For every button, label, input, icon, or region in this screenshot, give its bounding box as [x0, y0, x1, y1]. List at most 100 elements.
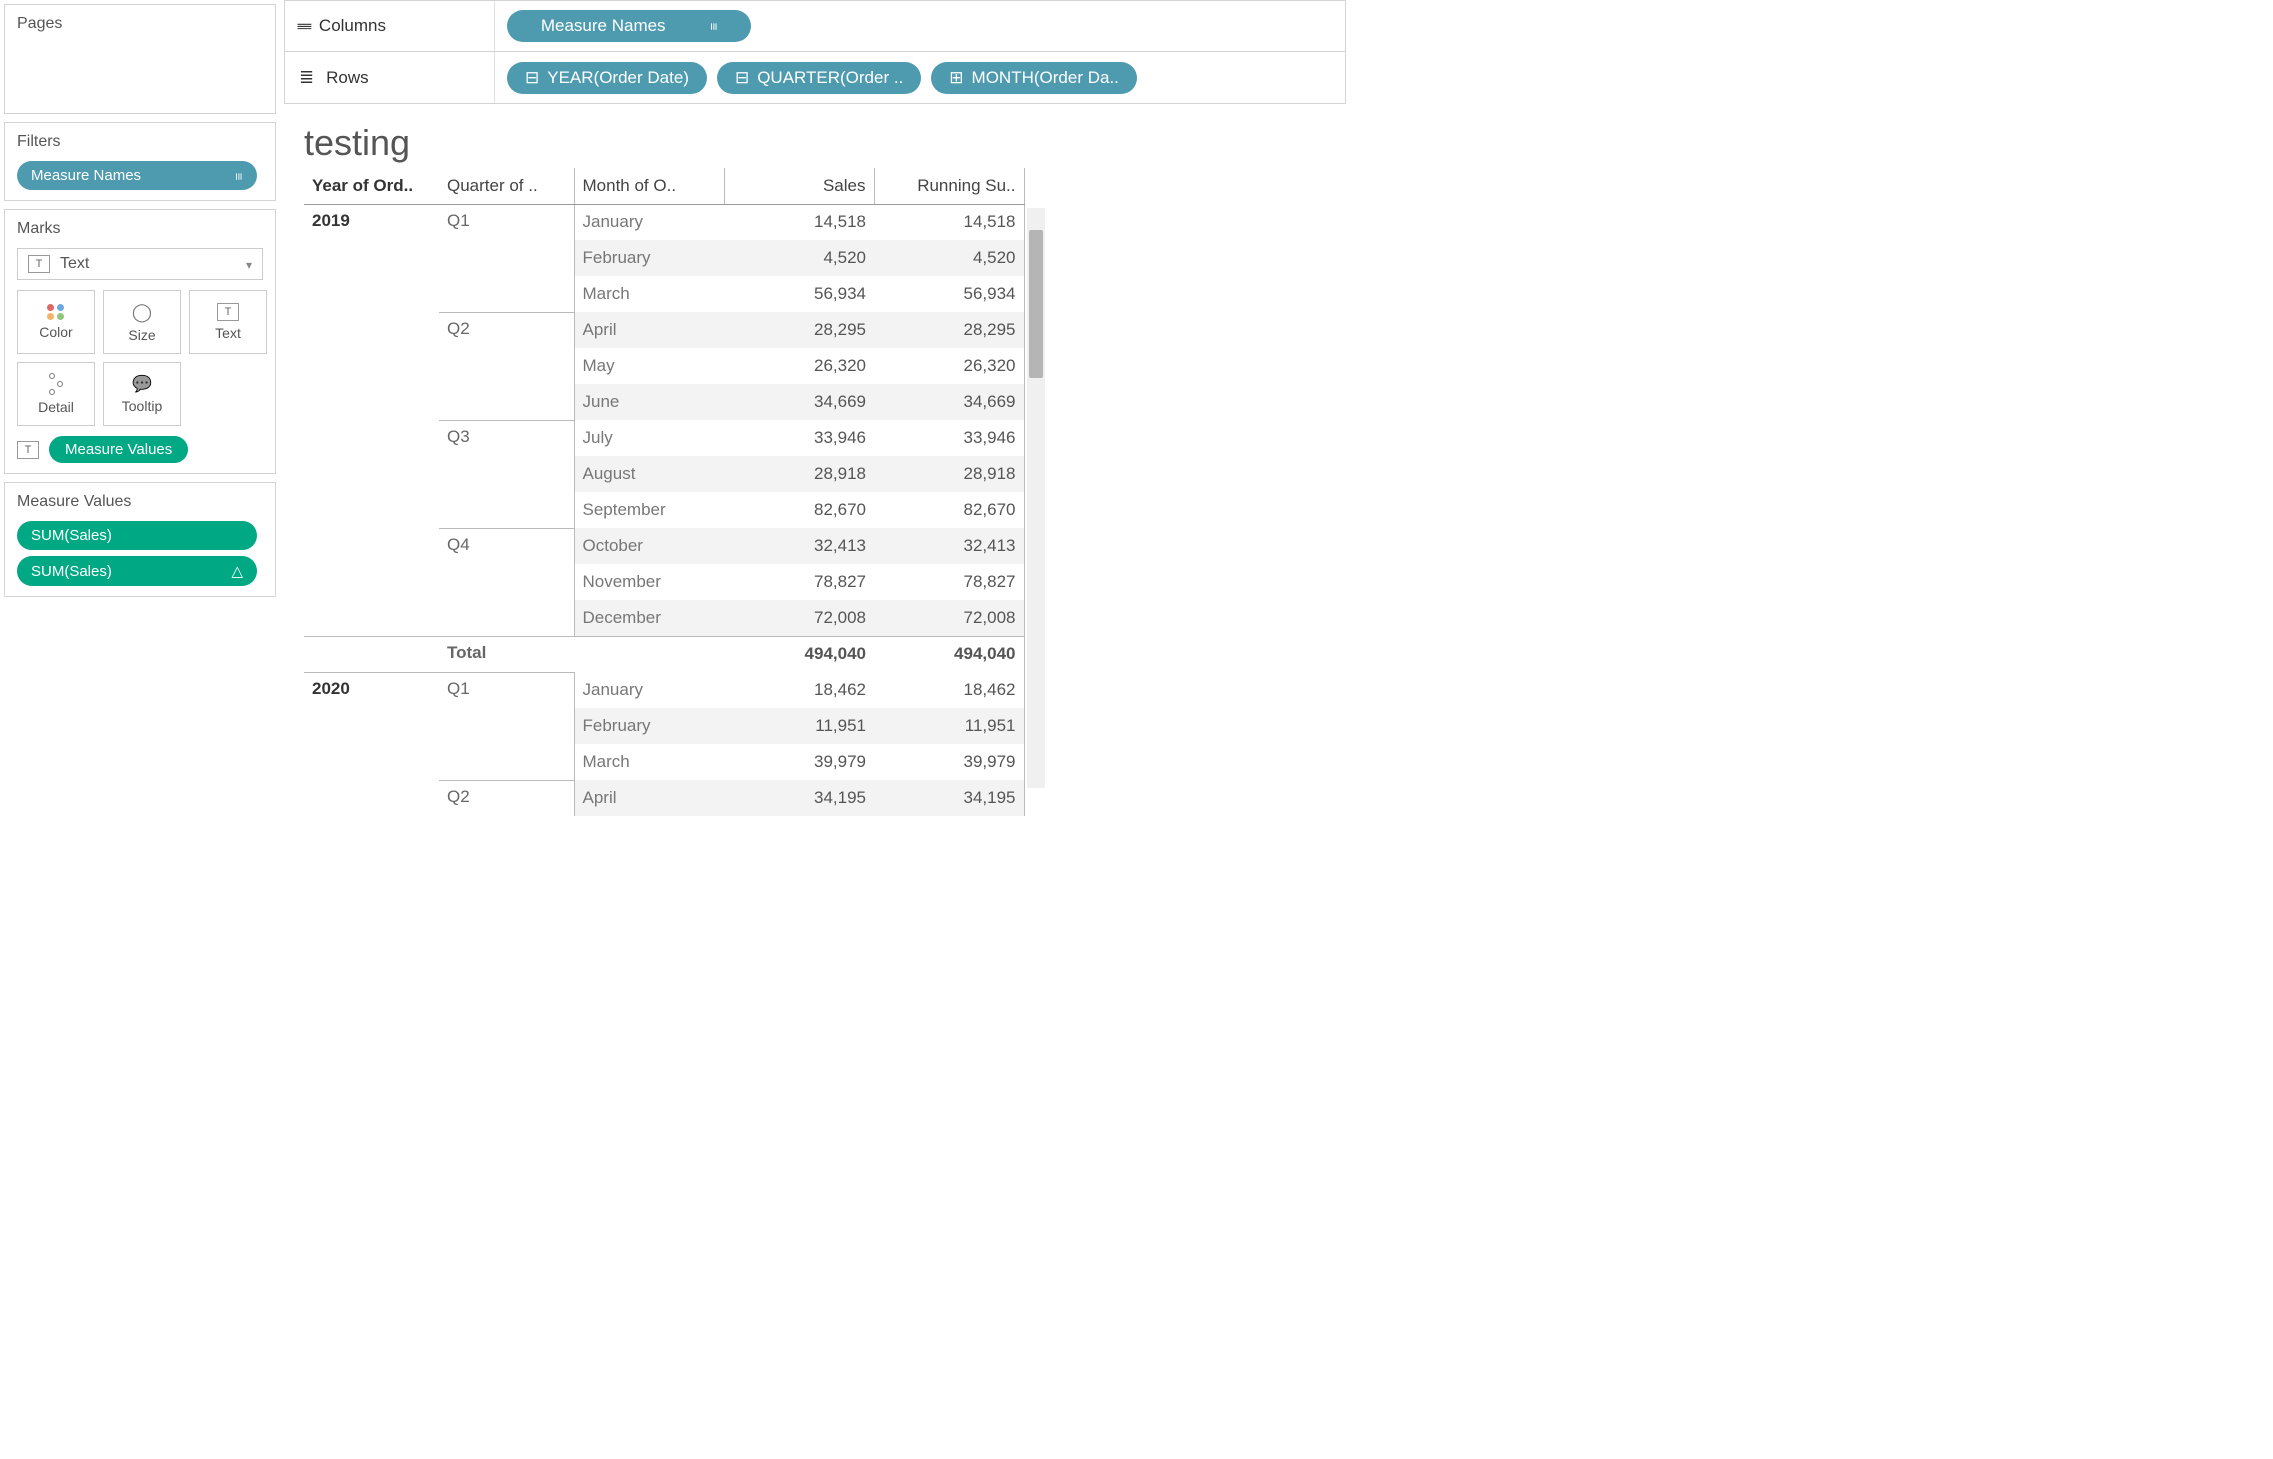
table-row[interactable]: Q3July33,94633,946	[304, 420, 1024, 456]
plus-icon	[949, 68, 963, 88]
table-row[interactable]: March56,93456,934	[304, 276, 1024, 312]
cell-running: 11,951	[874, 708, 1024, 744]
cell-month: April	[574, 780, 724, 816]
cell-sales: 4,520	[724, 240, 874, 276]
rows-shelf[interactable]: Rows YEAR(Order Date) QUARTER(Order .. MON…	[284, 52, 1346, 104]
cell-running: 18,462	[874, 672, 1024, 708]
cell-quarter: Q4	[439, 528, 574, 564]
vertical-scrollbar[interactable]	[1027, 208, 1045, 788]
cell-quarter: Q1	[439, 204, 574, 240]
table-row[interactable]: November78,82778,827	[304, 564, 1024, 600]
cell-month: March	[574, 276, 724, 312]
header-month[interactable]: Month of O..	[574, 168, 724, 204]
cell-year	[304, 240, 439, 276]
table-row[interactable]: Q4October32,41332,413	[304, 528, 1024, 564]
cell-year	[304, 276, 439, 312]
pages-label: Pages	[17, 15, 263, 33]
cell-month: January	[574, 204, 724, 240]
cell-running: 34,195	[874, 780, 1024, 816]
header-running[interactable]: Running Su..	[874, 168, 1024, 204]
filter-pill-measure-names[interactable]: Measure Names	[17, 161, 257, 190]
table-row[interactable]: Q2April34,19534,195	[304, 780, 1024, 816]
crosstab[interactable]: Year of Ord.. Quarter of .. Month of O..…	[304, 168, 1025, 816]
table-row[interactable]: May26,32026,320	[304, 348, 1024, 384]
cell-quarter: Q2	[439, 780, 574, 816]
pages-shelf[interactable]: Pages	[4, 4, 276, 114]
marks-detail-button[interactable]: Detail	[17, 362, 95, 426]
cell-quarter	[439, 492, 574, 528]
cell-sales: 28,295	[724, 312, 874, 348]
shelf-pill[interactable]: MONTH(Order Da..	[931, 62, 1137, 94]
marks-type-select[interactable]: T Text	[17, 248, 263, 280]
marks-text-pill-label: Measure Values	[65, 441, 172, 458]
cell-year: 2020	[304, 672, 439, 708]
table-row[interactable]: Total494,040494,040	[304, 636, 1024, 672]
cell-sales: 32,413	[724, 528, 874, 564]
cell-quarter: Q3	[439, 420, 574, 456]
table-row[interactable]: June34,66934,669	[304, 384, 1024, 420]
header-quarter[interactable]: Quarter of ..	[439, 168, 574, 204]
table-row[interactable]: September82,67082,670	[304, 492, 1024, 528]
cell-month: October	[574, 528, 724, 564]
cell-month: September	[574, 492, 724, 528]
table-row[interactable]: February11,95111,951	[304, 708, 1024, 744]
text-icon: T	[217, 303, 239, 321]
columns-shelf[interactable]: Columns Measure Names	[284, 0, 1346, 52]
cell-month: April	[574, 312, 724, 348]
cell-year	[304, 708, 439, 744]
marks-size-label: Size	[128, 327, 155, 343]
cell-quarter	[439, 744, 574, 780]
header-year[interactable]: Year of Ord..	[304, 168, 439, 204]
table-row[interactable]: Q2April28,29528,295	[304, 312, 1024, 348]
rows-label: Rows	[326, 68, 369, 88]
table-row[interactable]: December72,00872,008	[304, 600, 1024, 636]
cell-month: June	[574, 384, 724, 420]
table-row[interactable]: 2019Q1January14,51814,518	[304, 204, 1024, 240]
cell-running: 56,934	[874, 276, 1024, 312]
color-icon	[47, 304, 65, 320]
cell-sales: 34,669	[724, 384, 874, 420]
cell-quarter	[439, 456, 574, 492]
header-sales[interactable]: Sales	[724, 168, 874, 204]
cell-year	[304, 456, 439, 492]
marks-size-button[interactable]: Size	[103, 290, 181, 354]
cell-month: January	[574, 672, 724, 708]
shelf-pill[interactable]: YEAR(Order Date)	[507, 62, 707, 94]
marks-text-pill-measure-values[interactable]: Measure Values	[49, 436, 188, 463]
delta-icon	[231, 562, 243, 580]
sheet-title[interactable]: testing	[284, 104, 1346, 168]
shelf-pill[interactable]: QUARTER(Order ..	[717, 62, 921, 94]
mv-pill-sum-sales-2[interactable]: SUM(Sales)	[17, 556, 257, 586]
filters-shelf[interactable]: Filters Measure Names	[4, 122, 276, 201]
cell-year	[304, 528, 439, 564]
cell-sales: 11,951	[724, 708, 874, 744]
cell-quarter	[439, 348, 574, 384]
cell-quarter	[439, 240, 574, 276]
marks-tooltip-button[interactable]: Tooltip	[103, 362, 181, 426]
marks-card: Marks T Text Color Size	[4, 209, 276, 474]
filter-pill-label: Measure Names	[31, 167, 141, 184]
columns-icon	[299, 16, 307, 37]
cell-sales: 18,462	[724, 672, 874, 708]
filters-label: Filters	[17, 133, 263, 151]
table-row[interactable]: 2020Q1January18,46218,462	[304, 672, 1024, 708]
table-row[interactable]: March39,97939,979	[304, 744, 1024, 780]
cell-running: 72,008	[874, 600, 1024, 636]
scrollbar-thumb[interactable]	[1029, 230, 1043, 378]
mv-pill-label: SUM(Sales)	[31, 527, 112, 544]
marks-text-button[interactable]: T Text	[189, 290, 267, 354]
mv-pill-sum-sales-1[interactable]: SUM(Sales)	[17, 521, 257, 550]
bars-icon	[710, 16, 718, 36]
cell-year	[304, 312, 439, 348]
cell-year	[304, 600, 439, 636]
measure-values-label: Measure Values	[17, 493, 263, 511]
cell-running: 4,520	[874, 240, 1024, 276]
cell-quarter: Q1	[439, 672, 574, 708]
marks-tooltip-label: Tooltip	[122, 398, 162, 414]
pill-label: QUARTER(Order ..	[757, 68, 903, 88]
shelf-pill[interactable]: Measure Names	[507, 10, 751, 42]
table-row[interactable]: August28,91828,918	[304, 456, 1024, 492]
detail-icon	[49, 373, 63, 395]
table-row[interactable]: February4,5204,520	[304, 240, 1024, 276]
marks-color-button[interactable]: Color	[17, 290, 95, 354]
